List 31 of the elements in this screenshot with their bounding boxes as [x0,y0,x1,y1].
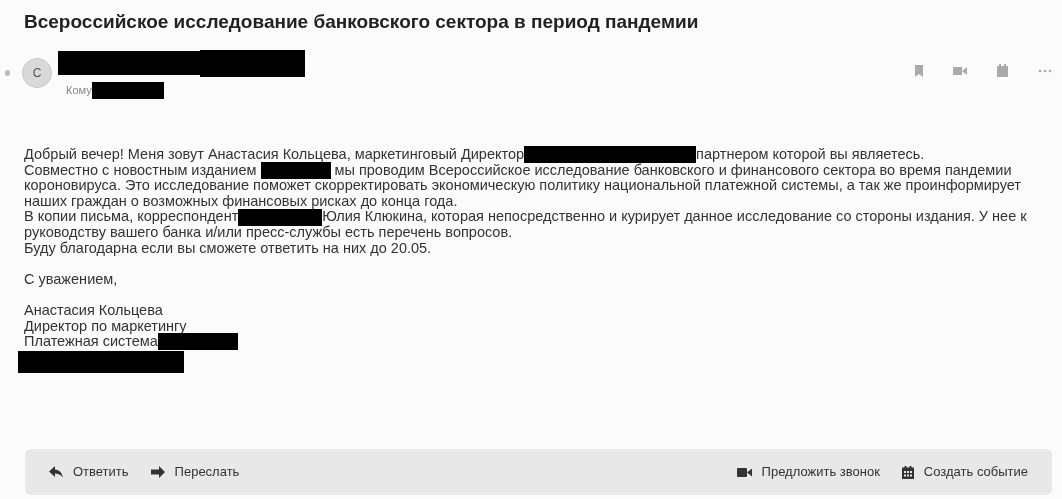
action-button[interactable]: Переслать [150,462,240,482]
body-text: Совместно с новостным изданием [24,162,258,179]
body-text: Добрый вечер! Меня зовут Анастасия Кольцева, маркетинговый Директор [24,147,525,163]
action-button[interactable]: Создать событие [901,462,1028,482]
body-text: Платежная система [24,334,158,350]
body-text: мы проводим Всероссийское исследование банковского и финансового сектора во время пандемии [334,162,1012,179]
action-button[interactable]: Ответить [49,462,129,482]
avatar: С [22,58,52,88]
body-text: руководству вашего банка и/или пресс-службы есть перечень вопросов. [24,224,513,241]
reply-arrow-icon [49,466,63,478]
body-text: Директор по маркетингу [24,318,187,335]
body-text: наших граждан о возможных финансовых рисках до конца года. [24,193,458,210]
more-icon[interactable] [1038,68,1052,73]
body-text: С уважением, [24,271,118,288]
calendar-icon [901,465,914,479]
body-text: В копии письма, корреспондент [24,209,239,225]
calendar-icon[interactable] [997,64,1008,77]
video-camera-icon[interactable] [953,65,967,76]
bullet-icon [5,70,10,76]
video-camera-icon [736,466,752,478]
bookmark-icon[interactable] [915,64,923,77]
body-text: Юлия Клюкина, которая непосредственно и курирует данное исследование со стороны издания. У нее к [322,209,1027,225]
body-text: партнером которой вы являетесь. [696,147,925,163]
to-label: Кому [66,83,92,99]
email-subject: Всероссийское исследование банковского сектора в период пандемии [24,10,699,34]
redaction-bar [260,161,331,179]
body-text: Буду благодарна если вы сможете ответить на них до 20.05. [24,240,432,257]
body-text: короновируса. Это исследование поможет скорректировать экономическую политику национальной платежной системы, а так же проинформирует [24,178,1021,194]
action-button[interactable]: Предложить звонок [736,462,880,482]
body-text: Анастасия Кольцева [24,302,163,319]
forward-arrow-icon [150,466,165,478]
